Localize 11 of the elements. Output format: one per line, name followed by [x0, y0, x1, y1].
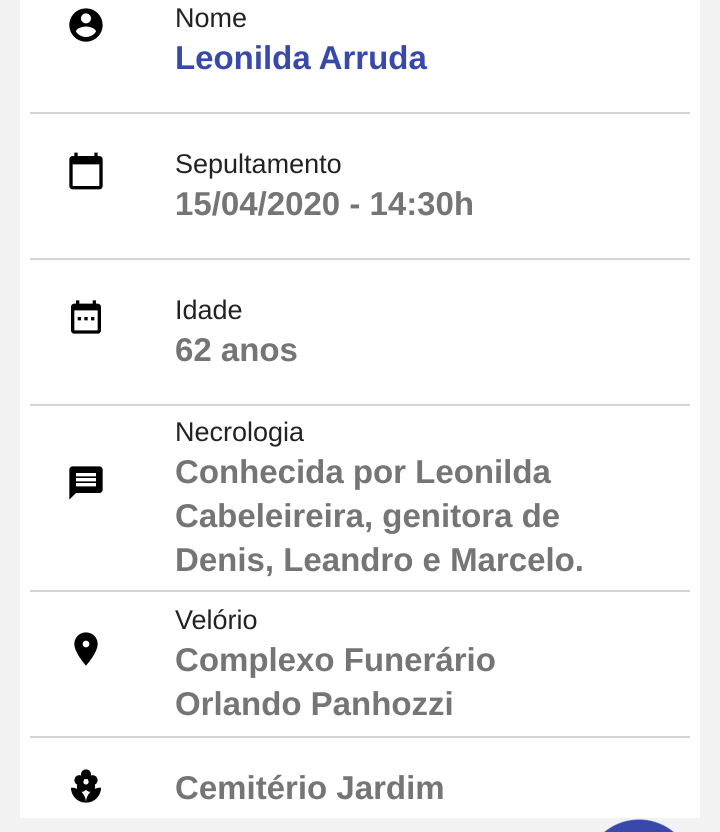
field-value: Conhecida por Leonilda Cabeleireira, genitora de Denis, Leandro e Marcelo. — [175, 452, 585, 580]
field-label: Velório — [175, 604, 259, 637]
field-value: Leonilda Arruda — [175, 38, 428, 78]
field-value: 62 anos — [175, 330, 299, 370]
field-label: Nome — [175, 2, 248, 35]
field-value: Cemitério Jardim — [175, 768, 446, 808]
field-value: 15/04/2020 - 14:30h — [175, 184, 476, 224]
field-value: Complexo Funerário Orlando Panhozzi — [175, 640, 497, 724]
field-label: Necrologia — [175, 416, 306, 449]
field-label: Sepultamento — [175, 148, 343, 181]
field-label: Idade — [175, 294, 244, 327]
